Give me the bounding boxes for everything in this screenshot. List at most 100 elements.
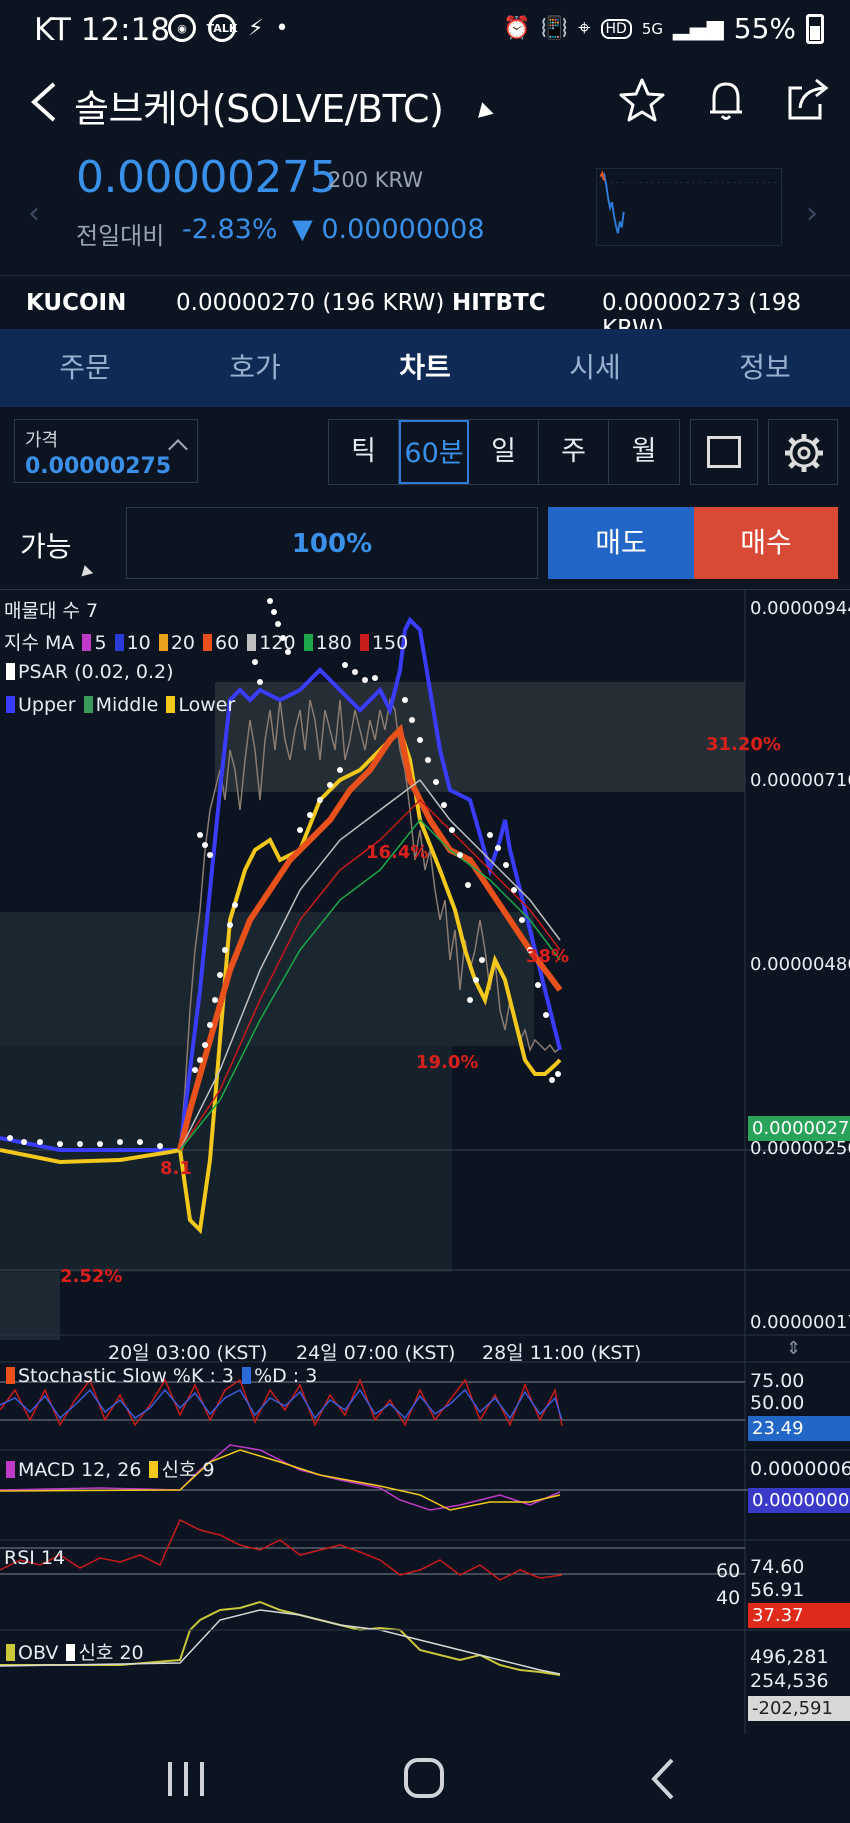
dot-icon: • xyxy=(275,15,289,41)
compass-app-icon: ◉ xyxy=(168,14,196,42)
macd-signal-label: 신호 9 xyxy=(161,1459,215,1481)
square-icon xyxy=(707,436,741,468)
volume-pct-label: 8.1 xyxy=(160,1158,192,1179)
coin-title[interactable]: 솔브케어(SOLVE/BTC) xyxy=(74,78,444,133)
period-week[interactable]: 주 xyxy=(539,420,609,484)
battery-icon xyxy=(806,13,824,44)
obv-level: 496,281 xyxy=(750,1646,829,1668)
price-krw: 200 KRW xyxy=(328,168,424,192)
macd-legend: MACD 12, 26 신호 9 xyxy=(4,1455,215,1482)
ma-legend-title: 지수 MA xyxy=(4,632,75,654)
exchange-name: KUCOIN xyxy=(26,290,127,316)
vibrate-icon: 📳 xyxy=(540,16,569,41)
stoch-k-swatch xyxy=(6,1367,15,1384)
obv-signal-label: 신호 20 xyxy=(78,1642,144,1664)
x-axis-label: 20일 03:00 (KST) xyxy=(108,1342,268,1364)
fullscreen-button[interactable] xyxy=(690,419,758,485)
psar-legend: PSAR (0.02, 0.2) xyxy=(4,661,174,683)
back-icon[interactable] xyxy=(634,1756,694,1802)
ma-period: 20 xyxy=(170,632,195,654)
alarm-icon: ⏰ xyxy=(503,16,531,41)
obv-label: OBV xyxy=(18,1642,59,1664)
tab-market[interactable]: 시세 xyxy=(510,329,680,407)
period-month[interactable]: 월 xyxy=(609,420,679,484)
title-dropdown-icon[interactable] xyxy=(474,100,494,118)
change-label: 전일대비 xyxy=(76,222,165,250)
obv-legend: OBV 신호 20 xyxy=(4,1638,144,1665)
kakaotalk-icon: TALK xyxy=(207,14,237,42)
mini-price-sparkline[interactable] xyxy=(596,168,782,246)
tab-order[interactable]: 주문 xyxy=(0,329,170,407)
prev-coin-icon[interactable]: ‹ xyxy=(28,196,40,231)
available-label[interactable]: 가능 xyxy=(20,525,72,565)
buy-button[interactable]: 매수 xyxy=(694,507,838,579)
rsi-level: 56.91 xyxy=(750,1579,805,1601)
battery-percent: 55% xyxy=(733,12,796,45)
psar-label: PSAR (0.02, 0.2) xyxy=(18,661,174,683)
dropdown-caret-icon[interactable] xyxy=(78,563,94,577)
star-icon[interactable] xyxy=(618,76,666,124)
price-field[interactable]: 가격 0.00000275 xyxy=(14,419,198,483)
recent-apps-icon[interactable] xyxy=(156,1756,216,1802)
bell-icon[interactable] xyxy=(702,76,750,124)
x-axis-label: 24일 07:00 (KST) xyxy=(296,1342,456,1364)
volume-profile-legend: 매물대 수 7 xyxy=(4,600,99,622)
home-icon[interactable] xyxy=(394,1756,454,1802)
y-axis-label: 0.00000250 xyxy=(750,1138,850,1159)
period-day[interactable]: 일 xyxy=(469,420,539,484)
settings-button[interactable] xyxy=(768,419,838,485)
gear-icon xyxy=(785,434,823,472)
ma60-swatch xyxy=(203,634,213,651)
hd-icon: HD xyxy=(600,18,632,39)
upper-swatch xyxy=(6,696,15,713)
ma-period: 60 xyxy=(215,632,240,654)
axis-resize-icon[interactable]: ⇕ xyxy=(786,1338,801,1359)
stoch-value-tag: 23.49 xyxy=(748,1416,850,1441)
ma5-swatch xyxy=(82,634,92,651)
ma-legend: 지수 MA 5 10 20 60 120 180 150 xyxy=(4,628,408,655)
macd-value-tag: 0.00000004 xyxy=(748,1488,850,1513)
period-tick[interactable]: 틱 xyxy=(329,420,399,484)
ma-period: 150 xyxy=(371,632,409,654)
tab-orderbook[interactable]: 호가 xyxy=(170,329,340,407)
main-tabs: 주문 호가 차트 시세 정보 xyxy=(0,329,850,407)
change-absolute: ▼ 0.00000008 xyxy=(292,214,485,245)
stoch-d-label: %D : 3 xyxy=(254,1365,318,1387)
period-60min[interactable]: 60분 xyxy=(399,420,469,484)
ma-period: 10 xyxy=(126,632,151,654)
ma-period: 120 xyxy=(259,632,296,654)
rsi-legend: RSI 14 xyxy=(4,1547,66,1569)
macd-level: 0.00000069 xyxy=(750,1458,850,1480)
rsi-level: 74.60 xyxy=(750,1556,805,1578)
5g-icon: 5G xyxy=(641,19,663,38)
y-axis-label: 0.00000480 xyxy=(750,954,850,975)
obv-signal-swatch xyxy=(66,1644,76,1661)
stoch-k-label: Stochastic Slow %K : 3 xyxy=(18,1365,235,1387)
obv-value-tag: -202,591 xyxy=(748,1696,850,1721)
back-arrow-icon[interactable] xyxy=(24,80,64,124)
system-nav-bar xyxy=(0,1734,850,1823)
bb-lower-label: Lower xyxy=(178,694,236,716)
tab-chart[interactable]: 차트 xyxy=(340,329,510,407)
volume-pct-label: 2.52% xyxy=(60,1266,123,1287)
tab-info[interactable]: 정보 xyxy=(680,329,850,407)
status-time: KT 12:18 xyxy=(34,12,171,48)
ma10-swatch xyxy=(114,634,124,651)
exchange-price: 0.00000270 (196 KRW) xyxy=(176,290,445,316)
stochastic-legend: Stochastic Slow %K : 3 %D : 3 xyxy=(4,1365,317,1387)
share-icon[interactable] xyxy=(784,76,832,124)
ma150-swatch xyxy=(359,634,369,651)
price-chart[interactable]: 매물대 수 7 지수 MA 5 10 20 60 120 180 150 PSA… xyxy=(0,589,850,1735)
bollinger-legend: Upper Middle Lower xyxy=(4,694,235,716)
sell-button[interactable]: 매도 xyxy=(548,507,694,579)
y-axis-label: 0.00000710 xyxy=(750,770,850,791)
volume-pct-label: 19.0% xyxy=(416,1052,479,1073)
exchange-name: HITBTC xyxy=(452,290,546,316)
obv-level: 254,536 xyxy=(750,1670,829,1692)
y-axis-label: 0.00000017 xyxy=(750,1312,850,1333)
price-field-label: 가격 xyxy=(25,430,59,451)
ma20-swatch xyxy=(158,634,168,651)
percent-selector[interactable]: 100% xyxy=(126,507,538,579)
bb-upper-label: Upper xyxy=(18,694,76,716)
next-coin-icon[interactable]: › xyxy=(806,196,818,231)
